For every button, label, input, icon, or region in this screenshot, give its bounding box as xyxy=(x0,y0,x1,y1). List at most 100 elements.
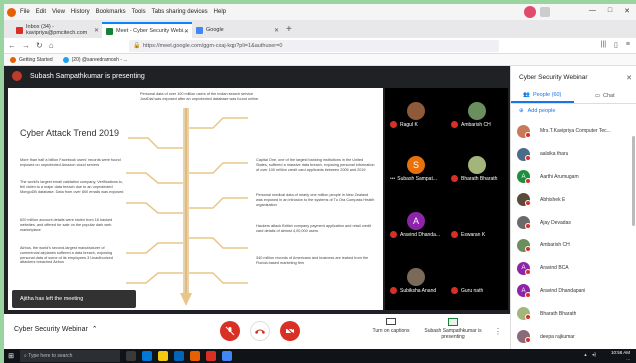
menu-tabs-sharing[interactable]: Tabs sharing devices xyxy=(152,9,208,15)
close-tab-icon[interactable]: ✕ xyxy=(274,27,279,34)
close-panel-icon[interactable]: ✕ xyxy=(626,74,632,82)
tile-aravind-dhanda[interactable]: A Aravind Dhanda... xyxy=(386,200,446,242)
list-item[interactable]: Ambarish CH xyxy=(511,234,631,257)
home-icon[interactable]: ⌂ xyxy=(49,41,54,50)
close-tab-icon[interactable]: ✕ xyxy=(184,28,189,35)
chat-icon: ▭ xyxy=(594,92,601,99)
back-icon[interactable]: ← xyxy=(8,41,16,50)
sidebar-icon[interactable]: ▯ xyxy=(614,41,618,49)
store-icon[interactable] xyxy=(174,351,184,361)
captions-label: Turn on captions xyxy=(372,328,410,334)
meeting-details[interactable]: Cyber Security Webinar ⌃ xyxy=(14,325,98,334)
people-scrollbar[interactable] xyxy=(632,136,635,226)
tile-subash[interactable]: S ••• Subash Sampat... xyxy=(386,144,446,186)
firefox-taskbar-icon[interactable] xyxy=(190,351,200,361)
menu-view[interactable]: View xyxy=(52,9,65,15)
branch-left-5 xyxy=(126,272,183,284)
tile-ragul-k[interactable]: Ragul K xyxy=(386,90,446,132)
list-item[interactable]: Mrs.T.Kavipriya Computer Tec... xyxy=(511,120,631,143)
maximize-button[interactable]: □ xyxy=(608,7,612,15)
captions-button[interactable]: Turn on captions xyxy=(366,318,416,334)
tab-google[interactable]: Google ✕ xyxy=(192,22,282,38)
slide-text-5: Personal medical data of nearly one mill… xyxy=(256,193,375,207)
captions-icon xyxy=(386,318,396,325)
menu-history[interactable]: History xyxy=(71,9,90,15)
firefox-icon xyxy=(7,7,16,17)
google-icon xyxy=(196,26,203,34)
list-item[interactable]: aalsika tharu xyxy=(511,143,631,166)
list-item[interactable]: Bharath Bharath xyxy=(511,302,631,325)
menu-tools[interactable]: Tools xyxy=(132,9,146,15)
bookmark-getting-started[interactable]: Getting Started xyxy=(10,56,53,63)
url-bar[interactable]: 🔒 https://meet.google.com/ggm-cxaj-kqp?p… xyxy=(129,40,499,52)
edge-icon[interactable] xyxy=(142,351,152,361)
list-item[interactable]: A Aravind BCA xyxy=(511,257,631,280)
bookmark-twitter[interactable]: (20) @sareedramosh - ... xyxy=(62,56,128,63)
tile-subiksha-anand[interactable]: Subiksha Anand xyxy=(386,256,446,298)
forward-icon[interactable]: → xyxy=(22,41,30,50)
task-view-icon[interactable] xyxy=(126,351,136,361)
menu-edit[interactable]: Edit xyxy=(36,9,46,15)
more-options-icon[interactable]: ⋮ xyxy=(494,327,502,336)
tile-ambarish-ch[interactable]: Ambarish CH xyxy=(447,90,507,132)
person-name: Aravind Dhandapani xyxy=(540,287,586,294)
add-person-icon: ⊕ xyxy=(519,108,524,114)
mic-off-icon xyxy=(451,175,458,182)
slide-text-2: More than half a billion Facebook users'… xyxy=(20,158,121,167)
mic-off-icon xyxy=(525,177,531,184)
tab-people[interactable]: 👥 People (60) xyxy=(511,88,574,103)
presenting-button[interactable]: Subash Sampathkumar is presenting xyxy=(422,318,484,340)
menu-file[interactable]: File xyxy=(20,9,30,15)
mic-off-icon xyxy=(451,231,458,238)
lock-icon: 🔒 xyxy=(133,43,141,49)
list-item[interactable]: Abhishek E xyxy=(511,188,631,211)
clock-date: ... xyxy=(626,356,630,361)
screen: File Edit View History Bookmarks Tools T… xyxy=(4,4,636,363)
mic-toggle-button[interactable] xyxy=(220,321,240,341)
list-item[interactable]: A Aarthi Arumugam xyxy=(511,166,631,189)
panel-tabs: 👥 People (60) ▭ Chat xyxy=(511,88,636,104)
tile-guru-nath[interactable]: Guru nath xyxy=(447,256,507,298)
new-tab-button[interactable]: + xyxy=(286,24,292,35)
profile-avatar[interactable] xyxy=(524,6,536,18)
chrome-icon[interactable] xyxy=(222,351,232,361)
list-item[interactable]: deepa rajkumar xyxy=(511,325,631,348)
gmail-icon xyxy=(16,26,23,34)
menu-help[interactable]: Help xyxy=(214,9,226,15)
reload-icon[interactable]: ↻ xyxy=(36,41,43,50)
extension-icon[interactable] xyxy=(540,7,550,17)
control-bar: Cyber Security Webinar ⌃ Turn on caption… xyxy=(4,314,510,349)
camera-toggle-button[interactable] xyxy=(280,321,300,341)
close-window-button[interactable]: ✕ xyxy=(624,7,630,15)
twitter-icon xyxy=(62,56,69,63)
panel-title: Cyber Security Webinar xyxy=(519,73,588,81)
mic-off-icon xyxy=(525,154,531,161)
library-icon[interactable]: ||| xyxy=(601,41,606,49)
participant-avatar: S xyxy=(407,156,425,174)
tile-eswaran-k[interactable]: Eswaran K xyxy=(447,200,507,242)
meet-icon xyxy=(106,27,113,35)
taskbar-search[interactable]: ⌕ Type here to search xyxy=(20,350,120,362)
slide-text-1: Personal data of over 100 million users … xyxy=(140,92,260,101)
tab-chat[interactable]: ▭ Chat xyxy=(574,88,636,103)
mic-off-icon xyxy=(525,268,531,275)
menu-icon[interactable]: ≡ xyxy=(626,41,630,49)
menu-bookmarks[interactable]: Bookmarks xyxy=(96,9,126,15)
system-tray[interactable]: ▴ ◂) xyxy=(584,352,596,358)
minimize-button[interactable]: — xyxy=(589,7,596,15)
camera-off-icon xyxy=(285,326,295,336)
tile-bharath[interactable]: Bharath Bharath xyxy=(447,144,507,186)
clock[interactable]: 10:58 AM ... xyxy=(611,350,630,362)
file-explorer-icon[interactable] xyxy=(158,351,168,361)
add-people-button[interactable]: ⊕ Add people xyxy=(511,104,636,118)
leave-call-button[interactable] xyxy=(250,321,270,341)
list-item[interactable]: Ajay Devadas xyxy=(511,211,631,234)
slide-text-8: Airbus, the world's second-largest manuf… xyxy=(20,246,113,265)
windows-start-icon[interactable]: ⊞ xyxy=(4,349,18,363)
mic-off-icon xyxy=(451,287,458,294)
list-item[interactable]: A Aravind Dhandapani xyxy=(511,280,631,303)
close-tab-icon[interactable]: ✕ xyxy=(94,27,99,34)
tab-inbox[interactable]: Inbox (34) - kavipriya@pmcitech.com ✕ xyxy=(12,22,102,38)
app-icon[interactable] xyxy=(206,351,216,361)
tab-meet[interactable]: Meet - Cyber Security Webi... ✕ xyxy=(102,22,192,38)
